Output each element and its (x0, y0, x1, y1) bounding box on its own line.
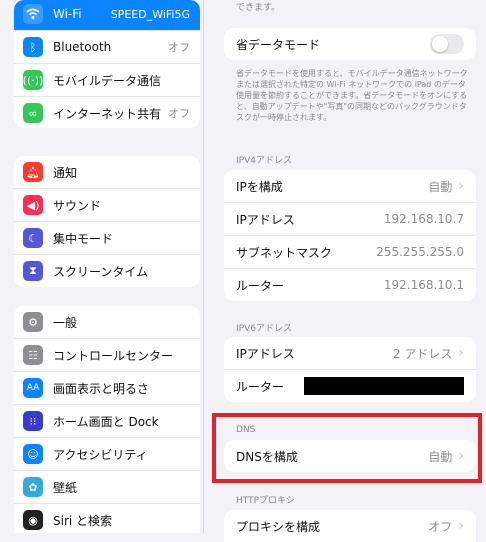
sidebar-item-display[interactable]: AA 画面表示と明るさ (14, 371, 200, 404)
sidebar-item-label: Wi-Fi (53, 7, 82, 21)
bluetooth-icon: ᛒ (23, 37, 43, 57)
router-row: ルーター 192.168.10.1 (224, 268, 476, 301)
row-value: 自動 (428, 179, 453, 194)
wifi-icon (23, 4, 43, 24)
ipv4-group: IPを構成 自動 › IPアドレス 192.168.10.7 サブネットマスク … (224, 170, 476, 301)
switches-icon: ☷ (23, 345, 43, 365)
bluetooth-status: オフ (168, 41, 190, 54)
sidebar-item-mobile-data[interactable]: ((·)) モバイルデータ通信 (14, 63, 200, 96)
antenna-icon: ((·)) (23, 70, 43, 90)
sidebar-item-general[interactable]: ⚙ 一般 (14, 306, 200, 338)
link-icon: ∞ (23, 103, 43, 123)
sidebar-group-general: ⚙ 一般 ☷ コントロールセンター AA 画面表示と明るさ ⁝⁝ ホーム画面と … (14, 306, 200, 533)
sidebar-item-notifications[interactable]: 🔔︎ 通知 (14, 156, 200, 188)
row-label: ルーター (236, 278, 285, 293)
low-data-row: 省データモード (224, 28, 476, 60)
sidebar-group-network: Wi-Fi SPEED_WiFi5G ᛒ Bluetooth オフ ((·)) … (14, 0, 200, 128)
low-data-description: 省データモードを使用すると、モバイルデータ通信ネットワークまたは選択された特定の… (236, 69, 468, 122)
wifi-network-name: SPEED_WiFi5G (110, 7, 190, 21)
row-label: ルーター (236, 379, 285, 394)
top-caption: できます。 (236, 3, 281, 13)
sidebar-item-label: コントロールセンター (53, 348, 174, 363)
row-label: IPを構成 (236, 179, 283, 194)
row-label: サブネットマスク (236, 245, 333, 260)
ipv6-group: IPアドレス 2 アドレス › ルーター (224, 337, 476, 402)
sidebar-item-bluetooth[interactable]: ᛒ Bluetooth オフ (14, 30, 200, 63)
redaction-bar (304, 377, 464, 395)
sidebar-item-control-center[interactable]: ☷ コントロールセンター (14, 338, 200, 371)
ip-address-row: IPアドレス 192.168.10.7 (224, 202, 476, 235)
row-value: 2 アドレス (392, 346, 453, 361)
speaker-icon: ◀) (23, 195, 43, 215)
sidebar-item-label: Bluetooth (53, 40, 112, 54)
row-value: オフ (428, 519, 453, 534)
moon-icon: ☾ (23, 228, 43, 248)
chevron-right-icon: › (458, 518, 464, 534)
proxy-group: プロキシを構成 オフ › (224, 510, 476, 542)
row-value: 192.168.10.1 (383, 278, 464, 292)
flower-icon: ✿ (23, 477, 43, 497)
sidebar-group-notifications: 🔔︎ 通知 ◀) サウンド ☾ 集中モード ⧗ スクリーンタイム (14, 156, 200, 287)
chevron-right-icon: › (458, 345, 464, 361)
sidebar-item-label: 一般 (53, 315, 78, 330)
sidebar-item-label: アクセシビリティ (53, 447, 148, 462)
sidebar-item-focus[interactable]: ☾ 集中モード (14, 221, 200, 254)
sidebar-item-label: Siri と検索 (53, 513, 113, 528)
sidebar-item-personal-hotspot[interactable]: ∞ インターネット共有 オフ (14, 96, 200, 128)
http-proxy-header: HTTPプロキシ (236, 496, 296, 506)
row-label: IPアドレス (236, 346, 295, 361)
ipv6-router-row: ルーター (224, 369, 476, 402)
hourglass-icon: ⧗ (23, 261, 43, 281)
dns-highlight-box (212, 413, 482, 483)
hotspot-status: オフ (168, 107, 190, 120)
aa-icon: AA (23, 378, 43, 398)
grid-icon: ⁝⁝ (23, 411, 43, 431)
sidebar-item-screen-time[interactable]: ⧗ スクリーンタイム (14, 254, 200, 287)
configure-ip-row[interactable]: IPを構成 自動 › (224, 170, 476, 202)
sidebar-item-label: 壁紙 (53, 480, 78, 495)
ipv4-header: IPV4アドレス (236, 156, 292, 166)
siri-icon: ◉ (23, 510, 43, 530)
bell-icon: 🔔︎ (23, 162, 43, 182)
sidebar-item-label: 画面表示と明るさ (53, 381, 150, 396)
ipv6-address-row[interactable]: IPアドレス 2 アドレス › (224, 337, 476, 369)
low-data-label: 省データモード (236, 37, 321, 52)
accessibility-icon: ☺ (23, 444, 43, 464)
sidebar-item-label: インターネット共有 (53, 106, 162, 121)
sidebar-item-label: ホーム画面と Dock (53, 414, 159, 429)
subnet-mask-row: サブネットマスク 255.255.255.0 (224, 235, 476, 268)
row-label: プロキシを構成 (236, 519, 321, 534)
ipv6-header: IPV6アドレス (236, 324, 292, 334)
row-value: 255.255.255.0 (376, 245, 464, 259)
sidebar-item-home-screen[interactable]: ⁝⁝ ホーム画面と Dock (14, 404, 200, 437)
sidebar-item-label: 集中モード (53, 231, 114, 246)
low-data-group: 省データモード (224, 28, 476, 60)
low-data-toggle[interactable] (430, 34, 464, 54)
sidebar-item-label: モバイルデータ通信 (53, 73, 162, 88)
sidebar-item-sounds[interactable]: ◀) サウンド (14, 188, 200, 221)
sidebar-item-accessibility[interactable]: ☺ アクセシビリティ (14, 437, 200, 470)
chevron-right-icon: › (458, 178, 464, 194)
sidebar-item-label: 通知 (53, 165, 78, 180)
configure-proxy-row[interactable]: プロキシを構成 オフ › (224, 510, 476, 542)
row-label: IPアドレス (236, 212, 295, 227)
sidebar-item-wifi[interactable]: Wi-Fi SPEED_WiFi5G (14, 0, 200, 30)
settings-sidebar: Wi-Fi SPEED_WiFi5G ᛒ Bluetooth オフ ((·)) … (0, 0, 203, 533)
gear-icon: ⚙ (23, 312, 43, 332)
row-value: 192.168.10.7 (383, 212, 464, 226)
sidebar-item-label: サウンド (53, 198, 102, 213)
sidebar-item-label: スクリーンタイム (53, 264, 149, 279)
sidebar-item-wallpaper[interactable]: ✿ 壁紙 (14, 470, 200, 503)
sidebar-item-siri[interactable]: ◉ Siri と検索 (14, 503, 200, 533)
